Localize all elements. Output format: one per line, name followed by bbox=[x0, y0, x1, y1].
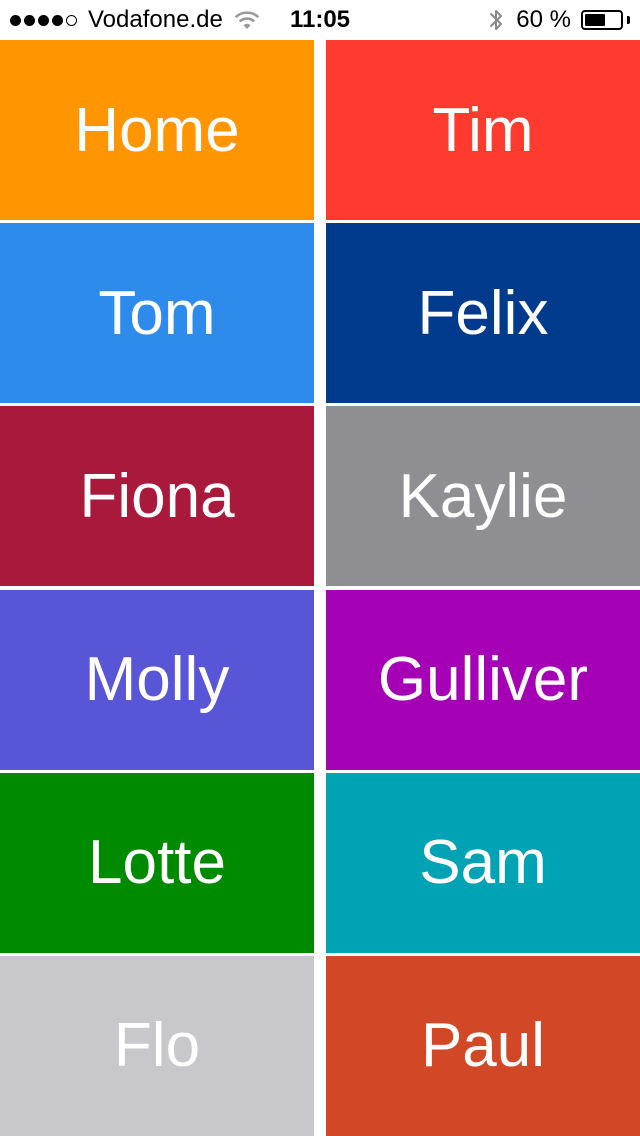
battery-level-fill bbox=[585, 14, 605, 26]
status-right: 60 % bbox=[488, 0, 630, 40]
tile-home[interactable]: Home bbox=[0, 40, 314, 220]
tile-tim[interactable]: Tim bbox=[326, 40, 640, 220]
tile-gulliver[interactable]: Gulliver bbox=[326, 589, 640, 770]
status-bar: Vodafone.de 11:05 60 % bbox=[0, 0, 640, 40]
tile-lotte[interactable]: Lotte bbox=[0, 772, 314, 953]
bluetooth-icon bbox=[490, 10, 503, 30]
battery-icon bbox=[581, 10, 623, 30]
carrier-name: Vodafone.de bbox=[88, 6, 223, 33]
tile-sam[interactable]: Sam bbox=[326, 772, 640, 953]
tile-paul[interactable]: Paul bbox=[326, 955, 640, 1136]
signal-strength-icon bbox=[10, 14, 80, 26]
tile-kaylie[interactable]: Kaylie bbox=[326, 406, 640, 587]
signal-dot bbox=[24, 14, 35, 26]
battery-percentage: 60 % bbox=[516, 6, 571, 33]
tile-fiona[interactable]: Fiona bbox=[0, 406, 314, 587]
wifi-icon bbox=[234, 11, 260, 29]
tile-tom[interactable]: Tom bbox=[0, 223, 314, 404]
status-left: Vodafone.de bbox=[10, 0, 261, 40]
tile-flo[interactable]: Flo bbox=[0, 955, 314, 1136]
signal-dot bbox=[52, 14, 63, 26]
tile-felix[interactable]: Felix bbox=[326, 223, 640, 404]
battery-tip bbox=[627, 16, 630, 24]
signal-dot bbox=[66, 14, 77, 26]
signal-dot bbox=[38, 14, 49, 26]
tile-grid: Home Tim Tom Felix Fiona Kaylie Molly Gu… bbox=[0, 40, 640, 1136]
tile-molly[interactable]: Molly bbox=[0, 589, 314, 770]
signal-dot bbox=[10, 14, 21, 26]
